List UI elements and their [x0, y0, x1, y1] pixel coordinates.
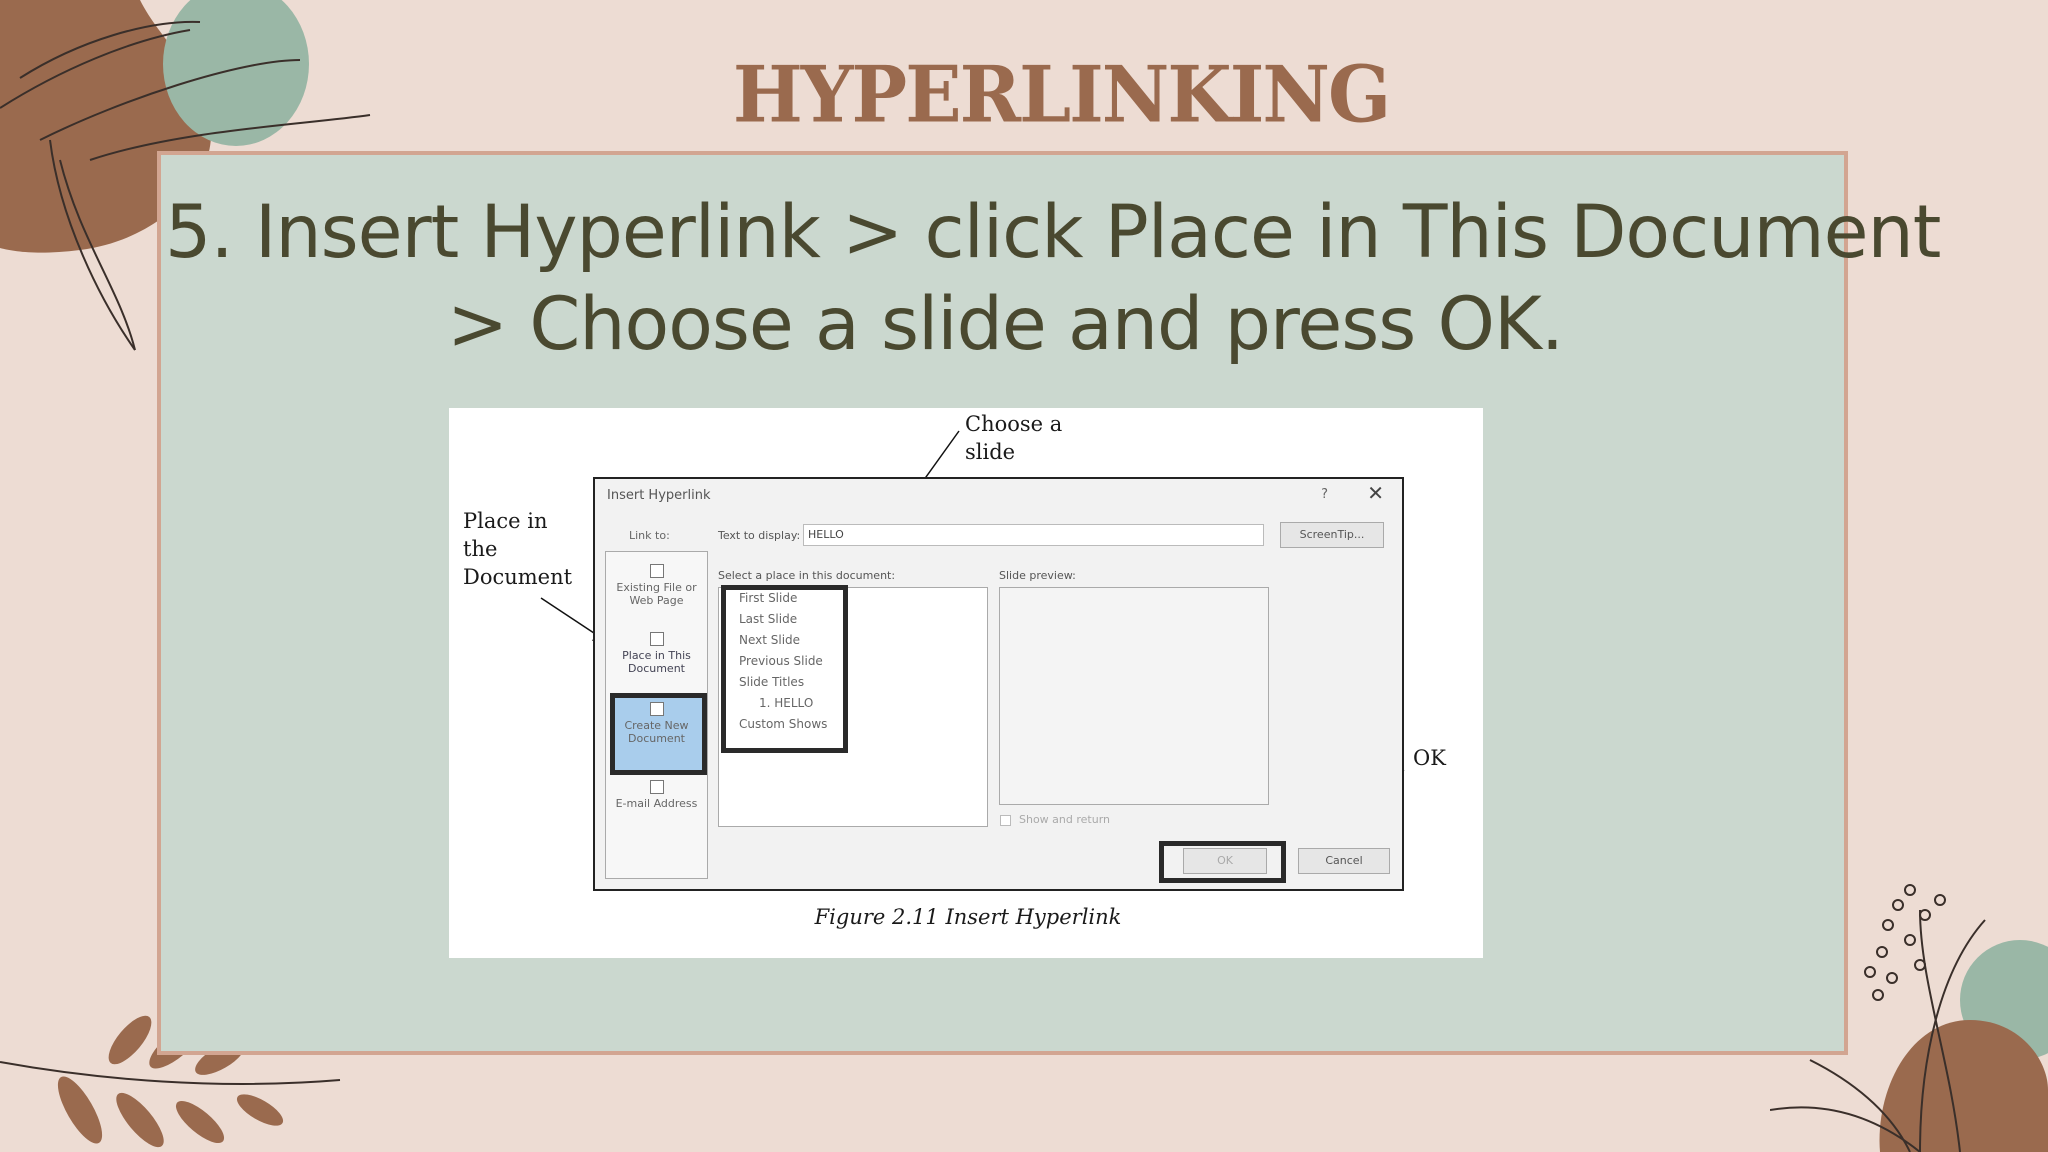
page-title: HYPERLINKING: [732, 49, 1391, 141]
dialog-title: Insert Hyperlink: [607, 488, 711, 503]
place-item[interactable]: Custom Shows: [739, 717, 827, 731]
link-to-existing-file[interactable]: Existing File or Web Page: [606, 564, 707, 607]
link-to-create-new-document[interactable]: Create New Document: [606, 702, 707, 745]
link-to-email-address[interactable]: E-mail Address: [606, 780, 707, 810]
place-in-document-list[interactable]: First Slide Last Slide Next Slide Previo…: [718, 585, 988, 827]
place-in-document-icon: [649, 632, 664, 646]
link-to-place-label-2: Document: [628, 662, 685, 675]
link-to-email-label: E-mail Address: [615, 797, 698, 810]
new-document-icon: [649, 702, 664, 716]
show-and-return-checkbox[interactable]: [1000, 815, 1011, 826]
cancel-button[interactable]: Cancel: [1298, 848, 1390, 874]
screenshot-figure: Place in the Document Choose a slide OK …: [449, 408, 1483, 958]
insert-hyperlink-dialog: Insert Hyperlink ? ✕ Link to: Existing F…: [593, 477, 1404, 891]
place-item[interactable]: Slide Titles: [739, 675, 804, 689]
link-to-panel: Existing File or Web Page Place in This …: [605, 551, 708, 879]
slide-preview-panel: [999, 587, 1269, 805]
text-to-display-label: Text to display:: [718, 529, 801, 542]
instruction-line-1: 5. Insert Hyperlink > click Place in Thi…: [165, 190, 1941, 275]
figure-caption: Figure 2.11 Insert Hyperlink: [814, 905, 1122, 929]
link-to-create-new-label: Create New: [624, 719, 689, 732]
place-item[interactable]: Previous Slide: [739, 654, 823, 668]
place-item[interactable]: Last Slide: [739, 612, 797, 626]
instruction-line-2: > Choose a slide and press OK.: [446, 282, 1564, 367]
show-and-return-label: Show and return: [1019, 813, 1111, 826]
place-item[interactable]: Next Slide: [739, 633, 800, 647]
text-to-display-input[interactable]: HELLO: [803, 524, 1264, 546]
help-icon[interactable]: ?: [1321, 487, 1328, 502]
link-to-existing-file-label-2: Web Page: [629, 594, 684, 607]
link-to-existing-file-label: Existing File or: [616, 581, 697, 594]
place-item[interactable]: First Slide: [739, 591, 797, 605]
link-to-place-in-document[interactable]: Place in This Document: [606, 632, 707, 675]
link-to-place-label: Place in This: [622, 649, 691, 662]
existing-file-icon: [649, 564, 664, 578]
slide-preview-label: Slide preview:: [999, 569, 1076, 582]
link-to-create-new-label-2: Document: [628, 732, 685, 745]
close-icon[interactable]: ✕: [1367, 483, 1384, 503]
place-item[interactable]: 1. HELLO: [759, 696, 813, 710]
link-to-label: Link to:: [629, 529, 670, 542]
email-icon: [649, 780, 664, 794]
ok-button-highlight: [1159, 841, 1286, 883]
screentip-button[interactable]: ScreenTip...: [1280, 522, 1384, 548]
select-place-label: Select a place in this document:: [718, 569, 896, 582]
